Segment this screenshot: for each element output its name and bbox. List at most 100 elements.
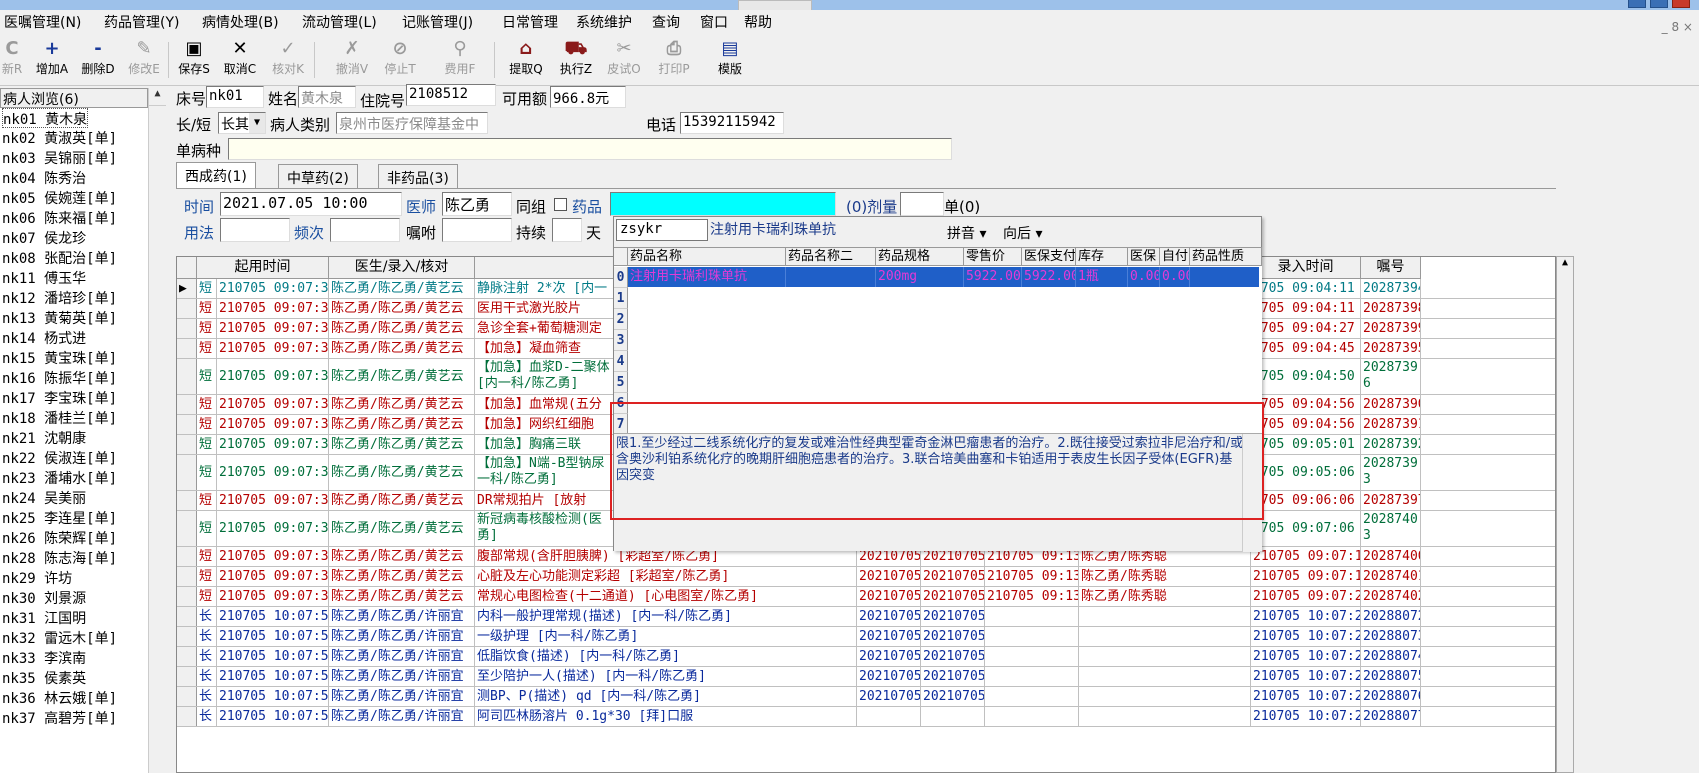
- duration-field[interactable]: [552, 218, 582, 242]
- row-indicator[interactable]: [177, 607, 197, 626]
- menu-system[interactable]: 系统维护: [576, 12, 632, 32]
- menu-accounting[interactable]: 记账管理(J): [402, 12, 473, 32]
- row-indicator[interactable]: [177, 415, 197, 434]
- patient-list-item[interactable]: nk15 黄宝珠[单]: [2, 348, 117, 368]
- patient-list-item[interactable]: nk18 潘桂兰[单]: [2, 408, 117, 428]
- name-field[interactable]: 黄木泉: [298, 86, 356, 108]
- patient-list-item[interactable]: nk35 侯素英: [2, 668, 86, 688]
- table-row[interactable]: 短 210705 09:07:33 陈乙勇/陈乙勇/黄艺云 常规心电图检查(十二通道)…: [177, 587, 1555, 607]
- description-scrollbar[interactable]: [1242, 434, 1260, 552]
- table-row[interactable]: 长 210705 10:07:51 陈乙勇/陈乙勇/许丽宜 阿司匹林肠溶片 0.1g*…: [177, 707, 1555, 727]
- admission-field[interactable]: 2108512: [406, 84, 496, 106]
- tab-herbal-medicine[interactable]: 中草药(2): [278, 164, 358, 188]
- col-self-pay[interactable]: 自付: [1160, 248, 1190, 266]
- result-row-number[interactable]: 5: [614, 372, 628, 393]
- new-button[interactable]: C 新R: [0, 38, 34, 82]
- note-field[interactable]: [442, 218, 512, 242]
- col-insurance-pay[interactable]: 医保支付: [1022, 248, 1076, 266]
- col-insurance[interactable]: 医保: [1128, 248, 1160, 266]
- menu-window[interactable]: 窗口: [700, 12, 728, 32]
- disease-field[interactable]: [228, 138, 952, 160]
- patient-list-item[interactable]: nk03 吴锦丽[单]: [2, 148, 117, 168]
- result-row-number[interactable]: 1: [614, 288, 628, 309]
- save-button[interactable]: ▣ 保存S: [172, 38, 216, 82]
- row-indicator[interactable]: [177, 359, 197, 394]
- cancel-button[interactable]: ✕ 取消C: [218, 38, 262, 82]
- row-indicator[interactable]: [177, 491, 197, 510]
- modify-button[interactable]: ✎ 修改E: [122, 38, 166, 82]
- add-button[interactable]: + 增加A: [30, 38, 74, 82]
- patient-list-item[interactable]: nk01 黄木泉: [2, 108, 89, 128]
- patient-list-item[interactable]: nk13 黄菊英[单]: [2, 308, 117, 328]
- patient-list-item[interactable]: nk29 许坊: [2, 568, 72, 588]
- col-price[interactable]: 零售价: [964, 248, 1022, 266]
- table-row[interactable]: 长 210705 10:07:51 陈乙勇/陈乙勇/许丽宜 内科一般护理常规(描述) …: [177, 607, 1555, 627]
- close-icon[interactable]: [1672, 0, 1690, 8]
- drug-input[interactable]: [610, 192, 836, 216]
- patient-list-item[interactable]: nk06 陈来福[单]: [2, 208, 117, 228]
- row-indicator[interactable]: [177, 547, 197, 566]
- menu-orders[interactable]: 医嘱管理(N): [4, 12, 81, 32]
- row-indicator[interactable]: [177, 395, 197, 414]
- col-stock[interactable]: 库存: [1076, 248, 1128, 266]
- menu-query[interactable]: 查询: [652, 12, 680, 32]
- patient-list-item[interactable]: nk24 吴美丽: [2, 488, 86, 508]
- table-row[interactable]: 长 210705 10:07:51 陈乙勇/陈乙勇/许丽宜 低脂饮食(描述) [内一科…: [177, 647, 1555, 667]
- skin-test-button[interactable]: ✂ 皮试O: [602, 38, 646, 82]
- patient-list-item[interactable]: nk31 江国明: [2, 608, 86, 628]
- patient-list-item[interactable]: nk11 傅玉华: [2, 268, 86, 288]
- col-drug-name[interactable]: 药品名称: [628, 248, 786, 266]
- result-row-number[interactable]: 0: [614, 267, 628, 288]
- direction-select[interactable]: 向后 ▾: [1003, 223, 1042, 243]
- category-field[interactable]: 泉州市医疗保障基金中: [336, 112, 488, 134]
- extract-button[interactable]: ⌂ 提取Q: [504, 38, 548, 82]
- usage-field[interactable]: [220, 218, 290, 242]
- stop-button[interactable]: ⊘ 停止T: [378, 38, 422, 82]
- row-indicator[interactable]: [177, 667, 197, 686]
- maximize-icon[interactable]: [1650, 0, 1668, 8]
- row-indicator[interactable]: [177, 567, 197, 586]
- patient-list-item[interactable]: nk30 刘景源: [2, 588, 86, 608]
- col-drug-nature[interactable]: 药品性质: [1190, 248, 1262, 266]
- chevron-down-icon[interactable]: ▼: [249, 113, 265, 133]
- row-indicator[interactable]: [177, 647, 197, 666]
- row-indicator[interactable]: [177, 587, 197, 606]
- doctor-field[interactable]: 陈乙勇: [442, 192, 512, 216]
- check-button[interactable]: ✓ 核对K: [266, 38, 310, 82]
- patient-list-item[interactable]: nk02 黄淑英[单]: [2, 128, 117, 148]
- minimize-icon[interactable]: [1628, 0, 1646, 8]
- patient-list-item[interactable]: nk17 李宝珠[单]: [2, 388, 117, 408]
- bed-field[interactable]: nk01: [206, 86, 264, 108]
- patient-list-item[interactable]: nk22 侯淑连[单]: [2, 448, 117, 468]
- type-select[interactable]: 长其 ▼: [218, 112, 266, 134]
- row-indicator[interactable]: [177, 707, 197, 726]
- patient-list-item[interactable]: nk37 高碧芳[单]: [2, 708, 117, 728]
- table-row[interactable]: 长 210705 10:07:51 陈乙勇/陈乙勇/许丽宜 测BP、P(描述) qd …: [177, 687, 1555, 707]
- time-field[interactable]: 2021.07.05 10:00: [220, 192, 402, 216]
- col-spec[interactable]: 药品规格: [876, 248, 964, 266]
- patient-list-item[interactable]: nk05 侯婉莲[单]: [2, 188, 117, 208]
- row-indicator[interactable]: [177, 627, 197, 646]
- col-start-time[interactable]: 起用时间: [197, 257, 329, 279]
- patient-list-item[interactable]: nk23 潘埔水[单]: [2, 468, 117, 488]
- col-drug-name-2[interactable]: 药品名称二: [786, 248, 876, 266]
- row-indicator[interactable]: [177, 319, 197, 338]
- balance-field[interactable]: 966.8元: [550, 86, 626, 108]
- revoke-button[interactable]: ✗ 撤消V: [330, 38, 374, 82]
- menu-flow[interactable]: 流动管理(L): [302, 12, 377, 32]
- frequency-field[interactable]: [330, 218, 400, 242]
- phone-field[interactable]: 15392115942: [680, 112, 784, 134]
- result-row-number[interactable]: 2: [614, 309, 628, 330]
- patient-list-item[interactable]: nk25 李连星[单]: [2, 508, 117, 528]
- fee-button[interactable]: ⚲ 费用F: [438, 38, 482, 82]
- grid-scrollbar[interactable]: ▲: [1556, 256, 1574, 773]
- col-doctor[interactable]: 医生/录入/核对: [329, 257, 475, 279]
- row-indicator[interactable]: [177, 339, 197, 358]
- row-indicator[interactable]: [177, 511, 197, 546]
- col-order-no[interactable]: 嘱号: [1361, 257, 1421, 279]
- table-row[interactable]: 长 210705 10:07:51 陈乙勇/陈乙勇/许丽宜 至少陪护一人(描述) [内…: [177, 667, 1555, 687]
- tab-western-medicine[interactable]: 西成药(1): [176, 162, 256, 188]
- scroll-up-icon[interactable]: ▲: [1557, 257, 1573, 275]
- result-row-number[interactable]: 3: [614, 330, 628, 351]
- selected-drug-row[interactable]: 注射用卡瑞利珠单抗 200mg 5922.00 5922.00 1瓶 0.00 …: [628, 267, 1259, 287]
